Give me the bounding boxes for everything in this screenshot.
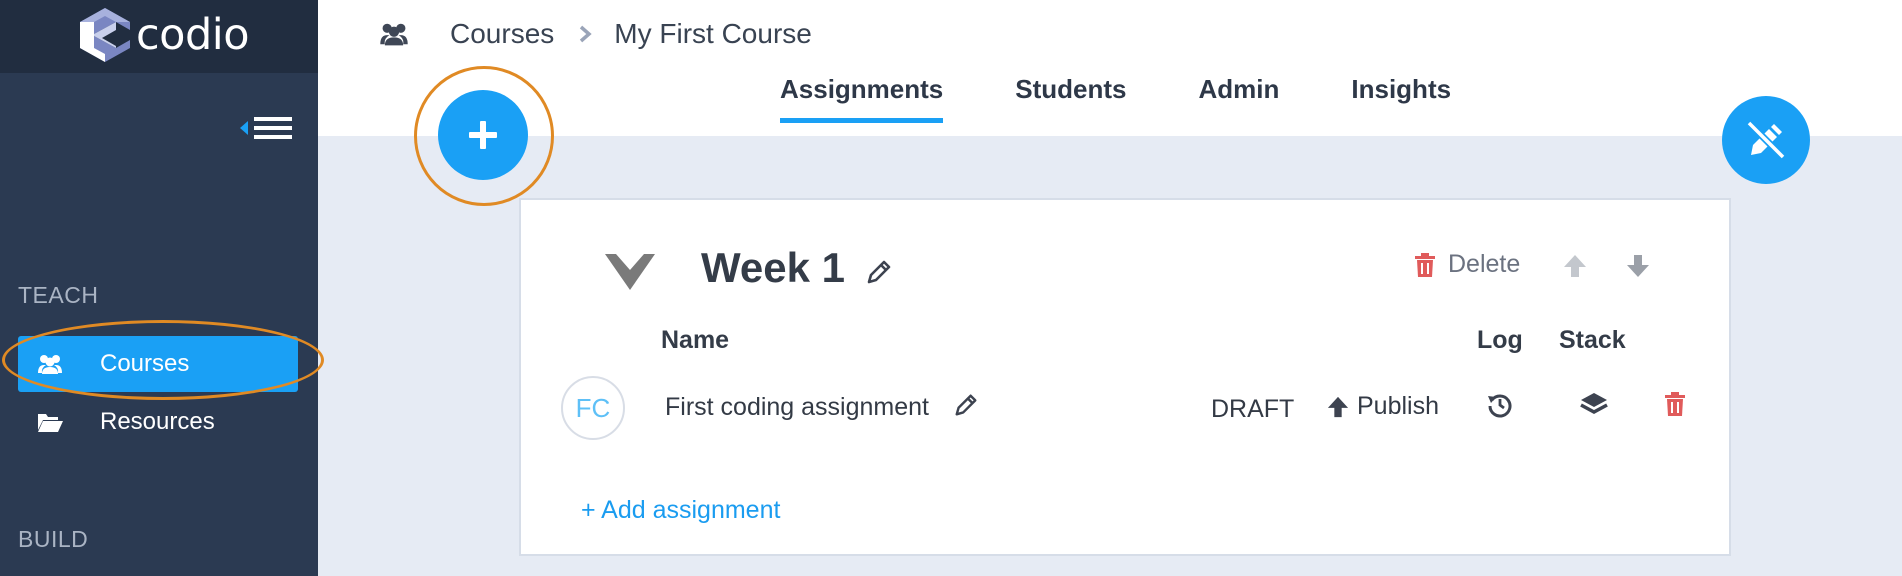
history-icon [1488,394,1512,418]
logo-bar: codio [0,0,318,73]
edit-week-button[interactable] [865,258,893,291]
arrow-up-icon [1327,396,1349,417]
users-icon [18,353,100,375]
week-card: Week 1 Delete Name Log Stack FC First co… [519,198,1731,556]
assignment-avatar: FC [561,376,625,440]
column-header-log: Log [1477,326,1523,354]
move-up-button[interactable] [1563,254,1587,283]
breadcrumb: Courses My First Course [378,18,812,50]
trash-icon [1415,252,1435,277]
log-button[interactable] [1487,392,1513,423]
publish-label: Publish [1357,392,1439,420]
column-header-stack: Stack [1559,326,1626,354]
top-header: Courses My First Course Assignments Stud… [318,0,1902,136]
codio-logo-icon [80,8,130,62]
edit-assignment-button[interactable] [953,392,979,423]
edit-mode-toggle-button[interactable] [1722,96,1810,184]
pencil-icon [867,260,891,284]
chevron-right-icon [578,24,592,44]
pencil-icon [955,394,977,416]
sidebar-item-courses[interactable]: Courses [18,336,298,392]
sidebar: codio TEACH Courses Resources BUILD [0,0,318,576]
sidebar-collapse-toggle[interactable] [240,114,294,142]
menu-collapse-icon [240,117,292,139]
logo-text: codio [136,10,250,60]
collapse-chevron-button[interactable] [605,252,655,297]
assignment-name-link[interactable]: First coding assignment [665,393,929,422]
column-header-name: Name [661,326,730,354]
publish-button[interactable]: Publish [1327,392,1439,421]
chevron-down-icon [605,254,655,290]
sidebar-item-resources[interactable]: Resources [18,394,298,450]
tab-students[interactable]: Students [1015,74,1126,123]
folder-open-icon [18,411,100,433]
breadcrumb-current: My First Course [614,18,812,49]
delete-week-button[interactable]: Delete [1414,250,1520,279]
tab-admin[interactable]: Admin [1199,74,1280,123]
tab-assignments[interactable]: Assignments [780,74,944,123]
trash-icon [1665,392,1685,416]
move-down-button[interactable] [1626,254,1650,283]
plus-icon [469,121,497,149]
sidebar-item-label: Resources [100,408,215,435]
arrow-down-icon [1627,255,1649,277]
add-assignment-link[interactable]: + Add assignment [581,496,780,525]
week-title: Week 1 [701,244,845,291]
delete-label: Delete [1448,250,1521,278]
tab-insights[interactable]: Insights [1351,74,1451,123]
codio-logo[interactable]: codio [78,6,250,64]
arrow-up-icon [1564,255,1586,277]
sidebar-item-label: Courses [100,350,190,377]
avatar-initials: FC [575,392,611,423]
section-label-build: BUILD [18,526,89,552]
assignment-status: DRAFT [1211,395,1295,423]
add-button[interactable] [438,90,528,180]
users-icon [378,21,410,47]
delete-assignment-button[interactable] [1664,391,1686,422]
breadcrumb-courses-link[interactable]: Courses [450,18,554,50]
course-tabs: Assignments Students Admin Insights [780,74,1523,123]
section-label-teach: TEACH [18,282,99,308]
pencil-off-icon [1746,120,1786,160]
layers-icon [1580,393,1608,414]
stack-button[interactable] [1580,391,1608,424]
